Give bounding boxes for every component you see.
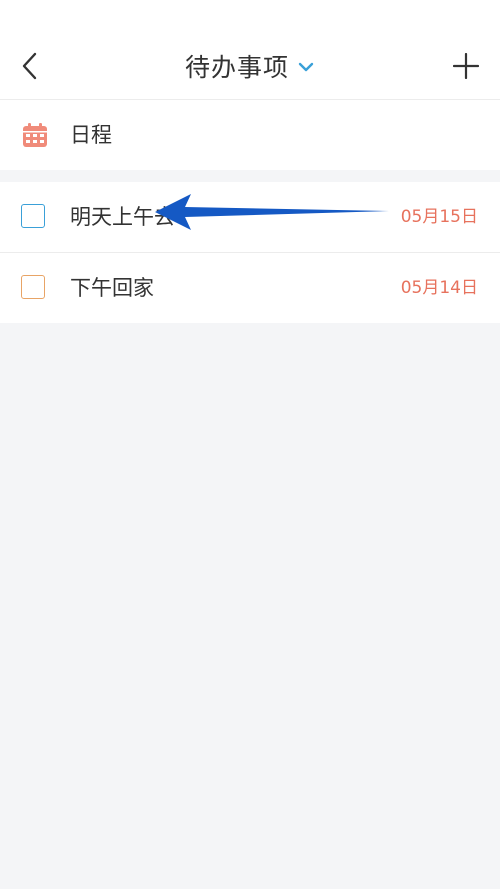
- schedule-row[interactable]: 日程: [0, 100, 500, 170]
- todo-item[interactable]: 下午回家 05月14日: [0, 252, 500, 323]
- todo-item[interactable]: 明天上午去 05月15日: [0, 182, 500, 252]
- todo-date: 05月15日: [400, 207, 478, 227]
- app-header: 待办事项: [0, 0, 500, 100]
- add-button[interactable]: [446, 46, 486, 86]
- schedule-label: 日程: [70, 123, 112, 147]
- chevron-down-icon: [297, 61, 315, 73]
- title-dropdown[interactable]: 待办事项: [185, 48, 315, 84]
- back-button[interactable]: [10, 46, 50, 86]
- page-title: 待办事项: [184, 53, 289, 82]
- plus-icon: [453, 53, 479, 79]
- chevron-left-icon: [22, 52, 37, 80]
- todo-date: 05月14日: [400, 278, 478, 298]
- todo-list: 明天上午去 05月15日 下午回家 05月14日: [0, 182, 500, 323]
- todo-text[interactable]: 明天上午去: [70, 182, 175, 252]
- todo-text[interactable]: 下午回家: [70, 253, 154, 323]
- calendar-icon: [23, 123, 47, 147]
- todo-checkbox[interactable]: [21, 204, 45, 228]
- todo-checkbox[interactable]: [21, 275, 45, 299]
